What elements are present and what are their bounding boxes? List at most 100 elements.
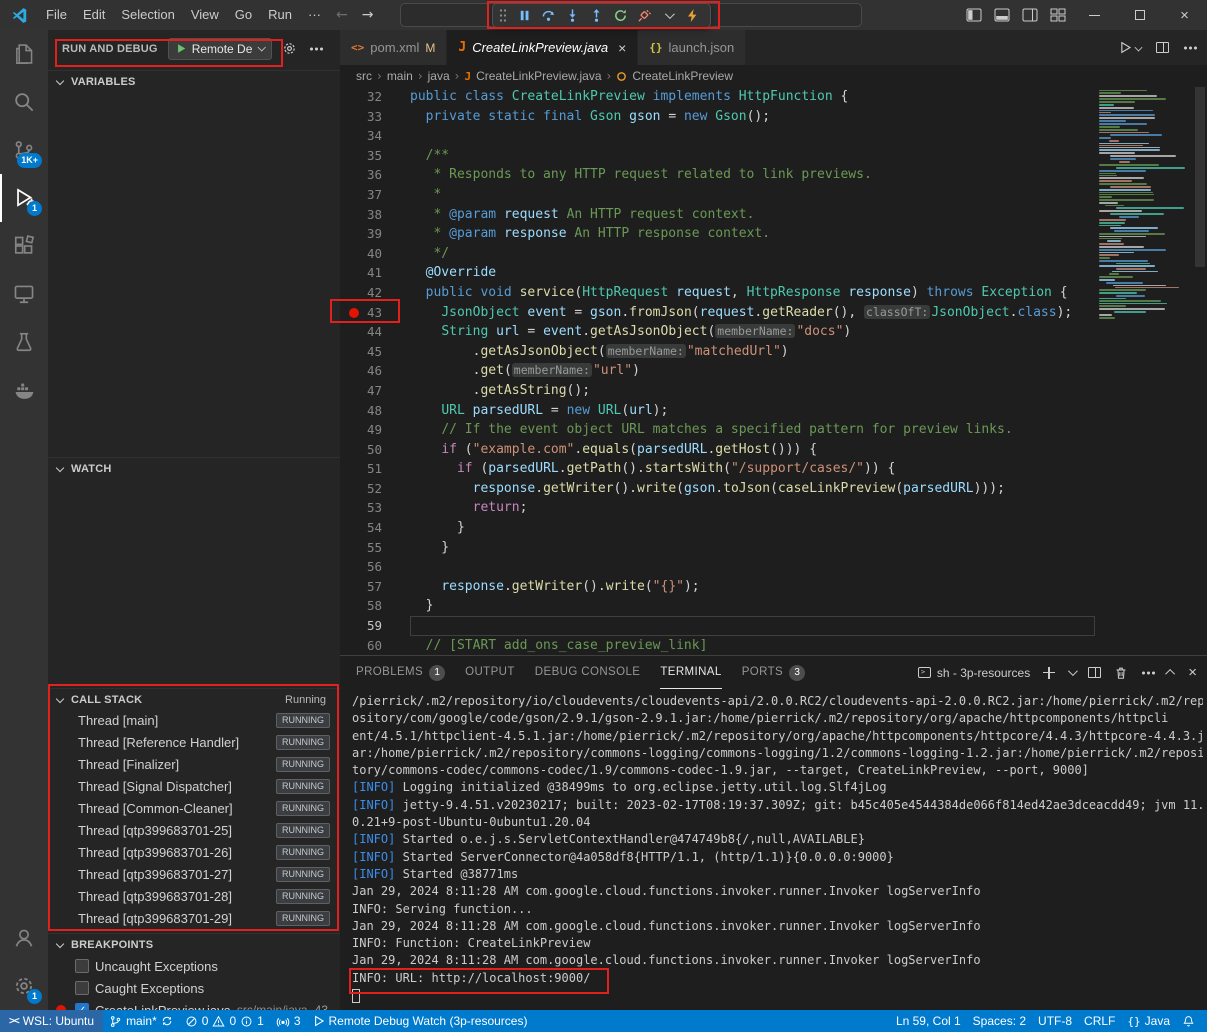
toggle-secondary-sidebar-icon[interactable] — [1016, 0, 1044, 30]
tab-launch-json[interactable]: {} launch.json — [638, 30, 746, 65]
watch-section-header[interactable]: WATCH — [48, 457, 340, 479]
explorer-icon[interactable] — [0, 30, 48, 78]
line-number[interactable]: 52 — [340, 479, 402, 499]
remote-indicator[interactable]: >< WSL: Ubuntu — [0, 1010, 103, 1032]
breakpoint-row[interactable]: Uncaught Exceptions — [48, 955, 340, 977]
terminal-selector[interactable]: > sh - 3p-resources — [918, 666, 1030, 680]
pause-icon[interactable] — [512, 4, 536, 27]
disconnect-icon[interactable] — [632, 4, 656, 27]
variables-section-header[interactable]: VARIABLES — [48, 70, 340, 92]
settings-gear-icon[interactable]: 1 — [0, 962, 48, 1010]
trash-icon[interactable] — [1114, 666, 1128, 680]
breadcrumb-java[interactable]: java — [428, 69, 450, 83]
debug-session-item[interactable]: Remote Debug Watch (3p-resources) — [307, 1010, 534, 1032]
terminal-output[interactable]: /pierrick/.m2/repository/io/cloudevents/… — [352, 689, 1203, 1010]
cursor-position[interactable]: Ln 59, Col 1 — [890, 1010, 967, 1032]
line-number[interactable]: 53 — [340, 498, 402, 518]
close-icon[interactable]: × — [1162, 0, 1207, 30]
line-number[interactable]: 51 — [340, 459, 402, 479]
tab-output[interactable]: OUTPUT — [465, 656, 515, 689]
maximize-panel-icon[interactable] — [1165, 669, 1175, 679]
close-panel-icon[interactable]: × — [1188, 664, 1197, 681]
drag-handle-icon[interactable] — [499, 8, 507, 23]
split-terminal-icon[interactable] — [1088, 667, 1101, 678]
menu-run[interactable]: Run — [260, 0, 300, 30]
more-actions-icon[interactable] — [1183, 46, 1197, 50]
source-control-icon[interactable]: 1K+ — [0, 126, 48, 174]
line-number[interactable]: 55 — [340, 538, 402, 558]
call-stack-thread[interactable]: Thread [Finalizer]RUNNING — [48, 754, 340, 776]
line-number[interactable]: 58 — [340, 596, 402, 616]
line-number[interactable]: 34 — [340, 126, 402, 146]
line-number[interactable]: 50 — [340, 440, 402, 460]
call-stack-thread[interactable]: Thread [Reference Handler]RUNNING — [48, 732, 340, 754]
breadcrumb-file[interactable]: CreateLinkPreview.java — [476, 69, 601, 83]
breadcrumb-class[interactable]: CreateLinkPreview — [632, 69, 733, 83]
line-number[interactable]: 41 — [340, 263, 402, 283]
toggle-panel-icon[interactable] — [988, 0, 1016, 30]
breadcrumb-main[interactable]: main — [387, 69, 413, 83]
encoding[interactable]: UTF-8 — [1032, 1010, 1078, 1032]
launch-config-dropdown[interactable]: Remote De — [168, 38, 273, 60]
more-actions-icon[interactable] — [309, 47, 323, 51]
search-icon[interactable] — [0, 78, 48, 126]
call-stack-section-header[interactable]: CALL STACK Running — [48, 688, 340, 710]
toggle-sidebar-icon[interactable] — [960, 0, 988, 30]
line-number[interactable]: 60 — [340, 636, 402, 655]
line-number[interactable]: 49 — [340, 420, 402, 440]
line-number[interactable]: 59 — [340, 616, 402, 636]
forwarded-ports-item[interactable]: 3 — [270, 1010, 307, 1032]
maximize-icon[interactable] — [1117, 0, 1162, 30]
new-terminal-icon[interactable] — [1043, 667, 1055, 679]
notifications-item[interactable] — [1176, 1010, 1207, 1032]
close-tab-icon[interactable]: × — [618, 40, 626, 56]
run-and-debug-icon[interactable]: 1 — [0, 174, 48, 222]
tab-ports[interactable]: PORTS 3 — [742, 656, 805, 689]
line-number[interactable]: 44 — [340, 322, 402, 342]
account-icon[interactable] — [0, 914, 48, 962]
forward-icon[interactable]: → — [355, 7, 381, 23]
tab-terminal[interactable]: TERMINAL — [660, 656, 721, 689]
breadcrumb-src[interactable]: src — [356, 69, 372, 83]
tab-problems[interactable]: PROBLEMS 1 — [356, 656, 445, 689]
call-stack-thread[interactable]: Thread [qtp399683701-28]RUNNING — [48, 886, 340, 908]
extensions-icon[interactable] — [0, 222, 48, 270]
chevron-down-icon[interactable] — [1068, 666, 1078, 676]
line-number[interactable]: 37 — [340, 185, 402, 205]
run-java-icon[interactable] — [1119, 41, 1142, 54]
line-number[interactable]: 35 — [340, 146, 402, 166]
breakpoint-row[interactable]: Caught Exceptions — [48, 977, 340, 999]
line-number[interactable]: 43 — [340, 303, 402, 323]
remote-explorer-icon[interactable] — [0, 270, 48, 318]
call-stack-thread[interactable]: Thread [qtp399683701-25]RUNNING — [48, 820, 340, 842]
call-stack-thread[interactable]: Thread [Signal Dispatcher]RUNNING — [48, 776, 340, 798]
more-actions-icon[interactable] — [1141, 671, 1155, 675]
step-out-icon[interactable] — [584, 4, 608, 27]
call-stack-thread[interactable]: Thread [qtp399683701-27]RUNNING — [48, 864, 340, 886]
breakpoint-checkbox[interactable] — [75, 981, 89, 995]
minimize-icon[interactable] — [1072, 0, 1117, 30]
back-icon[interactable]: ← — [329, 7, 355, 23]
menu-file[interactable]: File — [38, 0, 75, 30]
menu-overflow[interactable]: ··· — [300, 0, 329, 30]
language-mode[interactable]: {} Java — [1121, 1010, 1176, 1032]
line-number[interactable]: 46 — [340, 361, 402, 381]
call-stack-thread[interactable]: Thread [qtp399683701-26]RUNNING — [48, 842, 340, 864]
menu-edit[interactable]: Edit — [75, 0, 113, 30]
gear-icon[interactable] — [282, 41, 297, 56]
breakpoints-section-header[interactable]: BREAKPOINTS — [48, 933, 340, 955]
editor-scrollbar[interactable] — [1193, 87, 1207, 655]
line-number[interactable]: 39 — [340, 224, 402, 244]
line-number[interactable]: 47 — [340, 381, 402, 401]
testing-icon[interactable] — [0, 318, 48, 366]
menu-selection[interactable]: Selection — [113, 0, 182, 30]
call-stack-thread[interactable]: Thread [main]RUNNING — [48, 710, 340, 732]
code-editor[interactable]: 3233343536373839404142434445464748495051… — [340, 87, 1207, 655]
line-number[interactable]: 48 — [340, 401, 402, 421]
line-number[interactable]: 57 — [340, 577, 402, 597]
lightning-icon[interactable] — [680, 4, 704, 27]
line-number[interactable]: 40 — [340, 244, 402, 264]
call-stack-thread[interactable]: Thread [Common-Cleaner]RUNNING — [48, 798, 340, 820]
restart-icon[interactable] — [608, 4, 632, 27]
indentation[interactable]: Spaces: 2 — [967, 1010, 1032, 1032]
